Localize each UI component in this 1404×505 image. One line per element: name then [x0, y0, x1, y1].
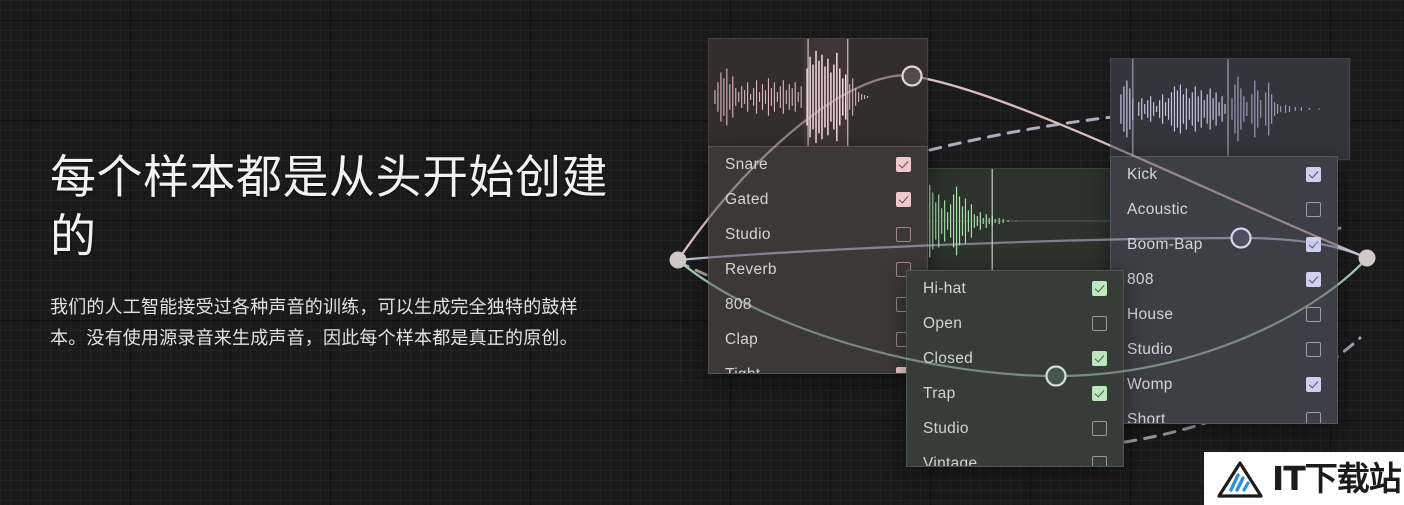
list-item[interactable]: House [1111, 297, 1337, 332]
snare-waveform-panel[interactable] [708, 38, 928, 156]
list-item-label: Trap [923, 384, 956, 402]
hihat-filter-panel[interactable]: Hi-hat Open Closed Trap Studio Vintage [906, 270, 1124, 467]
list-item-checkbox[interactable] [896, 192, 911, 207]
list-item-label: Reverb [725, 260, 777, 278]
list-item[interactable]: Vintage [907, 446, 1123, 467]
hero-section: 每个样本都是从头开始创建的 我们的人工智能接受过各种声音的训练，可以生成完全独特… [0, 0, 1404, 505]
list-item-label: Closed [923, 349, 974, 367]
hihat-waveform [907, 169, 1123, 272]
list-item-checkbox[interactable] [1306, 307, 1321, 322]
page-title: 每个样本都是从头开始创建的 [50, 151, 608, 262]
list-item-label: Open [923, 314, 963, 332]
list-item-checkbox[interactable] [1306, 237, 1321, 252]
list-item-checkbox[interactable] [896, 227, 911, 242]
list-item[interactable]: Gated [709, 182, 927, 217]
list-item-label: Gated [725, 190, 769, 208]
list-item-checkbox[interactable] [1306, 272, 1321, 287]
list-item-checkbox[interactable] [896, 157, 911, 172]
hero-description: 我们的人工智能接受过各种声音的训练，可以生成完全独特的鼓样本。没有使用源录音来生… [50, 296, 578, 348]
watermark-text: IT下载站 [1272, 459, 1402, 498]
list-item-checkbox[interactable] [1092, 386, 1107, 401]
list-item-label: Studio [1127, 340, 1173, 358]
list-item-label: Womp [1127, 375, 1173, 393]
list-item-label: Clap [725, 330, 759, 348]
triangle-logo-icon [1217, 460, 1263, 498]
list-item-label: House [1127, 305, 1174, 323]
list-item-label: Hi-hat [923, 279, 967, 297]
list-item-checkbox[interactable] [1092, 421, 1107, 436]
list-item[interactable]: Acoustic [1111, 192, 1337, 227]
list-item-checkbox[interactable] [1306, 377, 1321, 392]
list-item-label: Kick [1127, 165, 1158, 183]
list-item-label: Snare [725, 155, 768, 173]
snare-filter-panel[interactable]: Snare Gated Studio Reverb 808 Clap Tight [708, 146, 928, 374]
kick-waveform [1120, 59, 1320, 159]
list-item[interactable]: Kick [1111, 157, 1337, 192]
watermark: IT下载站 [1204, 452, 1404, 505]
list-item-checkbox[interactable] [1306, 342, 1321, 357]
list-item[interactable]: Short [1111, 402, 1337, 424]
left-node [669, 251, 687, 269]
list-item[interactable]: Reverb [709, 252, 927, 287]
kick-waveform-panel[interactable] [1110, 58, 1350, 160]
list-item-label: Acoustic [1127, 200, 1188, 218]
list-item-label: 808 [1127, 270, 1154, 288]
list-item-label: Studio [923, 419, 969, 437]
list-item[interactable]: 808 [1111, 262, 1337, 297]
list-item-label: Tight [725, 365, 761, 374]
list-item[interactable]: Tight [709, 357, 927, 374]
list-item-checkbox[interactable] [1092, 281, 1107, 296]
kick-filter-panel[interactable]: Kick Acoustic Boom-Bap 808 House Studio … [1110, 156, 1338, 424]
list-item-label: 808 [725, 295, 752, 313]
list-item[interactable]: Hi-hat [907, 271, 1123, 306]
list-item-label: Boom-Bap [1127, 235, 1203, 253]
list-item[interactable]: Clap [709, 322, 927, 357]
list-item-label: Studio [725, 225, 771, 243]
list-item-checkbox[interactable] [1306, 412, 1321, 423]
list-item-checkbox[interactable] [1306, 167, 1321, 182]
list-item[interactable]: Closed [907, 341, 1123, 376]
list-item[interactable]: Womp [1111, 367, 1337, 402]
list-item-checkbox[interactable] [1306, 202, 1321, 217]
list-item[interactable]: Boom-Bap [1111, 227, 1337, 262]
list-item[interactable]: Studio [1111, 332, 1337, 367]
list-item[interactable]: Trap [907, 376, 1123, 411]
list-item[interactable]: Open [907, 306, 1123, 341]
list-item[interactable]: 808 [709, 287, 927, 322]
list-item[interactable]: Studio [709, 217, 927, 252]
list-item-label: Vintage [923, 454, 978, 467]
list-item-checkbox[interactable] [1092, 456, 1107, 466]
snare-waveform [714, 39, 869, 155]
list-item-label: Short [1127, 410, 1166, 424]
list-item[interactable]: Studio [907, 411, 1123, 446]
hero-copy: 每个样本都是从头开始创建的 我们的人工智能接受过各种声音的训练，可以生成完全独特… [50, 148, 610, 354]
right-node [1358, 249, 1376, 267]
hihat-waveform-panel[interactable] [906, 168, 1124, 273]
list-item[interactable]: Snare [709, 147, 927, 182]
list-item-checkbox[interactable] [1092, 316, 1107, 331]
list-item-checkbox[interactable] [1092, 351, 1107, 366]
